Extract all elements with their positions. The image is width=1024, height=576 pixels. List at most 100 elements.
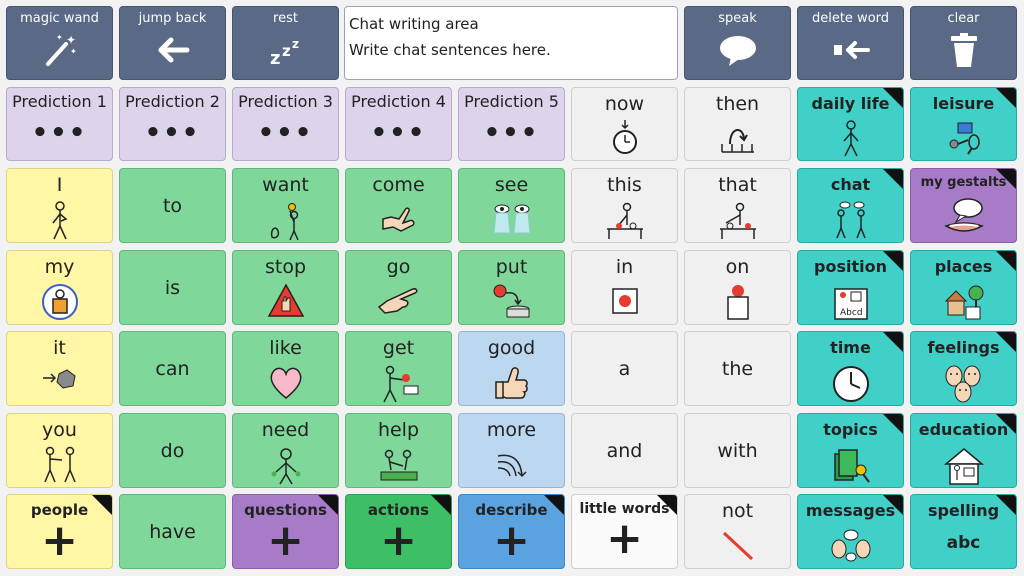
folder-places[interactable]: places	[910, 250, 1017, 325]
jump-back-button[interactable]: jump back	[119, 6, 226, 80]
magic-wand-icon: ✦ ✦ ✦	[45, 33, 77, 66]
word-with-button[interactable]: with	[684, 413, 791, 488]
folder-leisure[interactable]: leisure	[910, 87, 1017, 161]
word-i-button[interactable]: I	[6, 168, 113, 243]
word-the-button[interactable]: the	[684, 331, 791, 406]
plus-icon: +	[380, 515, 417, 566]
folder-feelings[interactable]: feelings	[910, 331, 1017, 406]
folder-daily-life[interactable]: daily life	[797, 87, 904, 161]
word-label: come	[372, 174, 425, 196]
folder-my-gestalts[interactable]: my gestalts	[910, 168, 1017, 243]
prediction-4-button[interactable]: Prediction 4 •••	[345, 87, 452, 161]
spelling-abc-text: abc	[946, 533, 981, 553]
prediction-5-button[interactable]: Prediction 5 •••	[458, 87, 565, 161]
speak-button[interactable]: speak	[684, 6, 791, 80]
word-now-button[interactable]: now	[571, 87, 678, 161]
folder-position[interactable]: position Abcd	[797, 250, 904, 325]
word-label: now	[604, 93, 645, 115]
word-label: a	[618, 357, 631, 380]
word-and-button[interactable]: and	[571, 413, 678, 488]
word-label: you	[42, 419, 77, 441]
folder-label: education	[918, 420, 1009, 439]
places-houses-icon	[944, 285, 983, 320]
in-box-icon	[611, 288, 638, 314]
word-my-button[interactable]: my	[6, 250, 113, 325]
word-not-button[interactable]: not	[684, 494, 791, 569]
word-that-button[interactable]: that	[684, 168, 791, 243]
two-people-talking-icon	[835, 201, 866, 239]
prediction-label: Prediction 5	[464, 92, 559, 111]
word-label: put	[495, 256, 528, 278]
word-have-button[interactable]: have	[119, 494, 226, 569]
word-on-button[interactable]: on	[684, 250, 791, 325]
that-pointing-icon	[719, 202, 756, 239]
word-do-button[interactable]: do	[119, 413, 226, 488]
clear-button[interactable]: clear	[910, 6, 1017, 80]
word-label: this	[607, 174, 642, 196]
rest-button[interactable]: rest z z z	[232, 6, 339, 80]
word-help-button[interactable]: help	[345, 413, 452, 488]
faces-feelings-icon	[945, 365, 980, 403]
word-it-button[interactable]: it	[6, 331, 113, 406]
folder-describe[interactable]: describe +	[458, 494, 565, 569]
word-can-button[interactable]: can	[119, 331, 226, 406]
magic-wand-button[interactable]: magic wand ✦ ✦ ✦	[6, 6, 113, 80]
then-timeline-icon	[720, 129, 754, 153]
word-stop-button[interactable]: stop	[232, 250, 339, 325]
put-down-icon	[493, 284, 529, 318]
word-go-button[interactable]: go	[345, 250, 452, 325]
topics-books-icon	[833, 449, 870, 483]
prediction-3-button[interactable]: Prediction 3 •••	[232, 87, 339, 161]
folder-label: daily life	[811, 94, 890, 113]
need-person-icon	[271, 448, 300, 485]
speech-bubble-icon	[719, 36, 756, 66]
delete-word-label: delete word	[811, 11, 890, 26]
folder-label: topics	[823, 420, 878, 439]
word-this-button[interactable]: this	[571, 168, 678, 243]
folder-topics[interactable]: topics	[797, 413, 904, 488]
word-like-button[interactable]: like	[232, 331, 339, 406]
folder-time[interactable]: time	[797, 331, 904, 406]
folder-actions[interactable]: actions +	[345, 494, 452, 569]
word-label: my	[44, 256, 75, 278]
prediction-dots: •••	[257, 118, 314, 148]
word-label: I	[56, 174, 63, 196]
prediction-dots: •••	[144, 118, 201, 148]
word-see-button[interactable]: see	[458, 168, 565, 243]
word-put-button[interactable]: put	[458, 250, 565, 325]
folder-education[interactable]: education	[910, 413, 1017, 488]
word-a-button[interactable]: a	[571, 331, 678, 406]
prediction-2-button[interactable]: Prediction 2 •••	[119, 87, 226, 161]
word-you-button[interactable]: you	[6, 413, 113, 488]
delete-word-button[interactable]: delete word	[797, 6, 904, 80]
word-label: to	[162, 194, 183, 217]
folder-label: places	[934, 257, 993, 276]
word-need-button[interactable]: need	[232, 413, 339, 488]
folder-chat[interactable]: chat	[797, 168, 904, 243]
svg-text:z: z	[292, 37, 299, 51]
word-get-button[interactable]: get	[345, 331, 452, 406]
pointing-hand-icon	[377, 288, 417, 314]
word-to-button[interactable]: to	[119, 168, 226, 243]
jump-back-label: jump back	[138, 11, 207, 26]
folder-label: time	[830, 338, 871, 357]
prediction-dots: •••	[31, 118, 88, 148]
svg-text:✦: ✦	[66, 33, 76, 47]
word-good-button[interactable]: good	[458, 331, 565, 406]
eyes-looking-icon	[492, 204, 531, 234]
word-then-button[interactable]: then	[684, 87, 791, 161]
folder-people[interactable]: people +	[6, 494, 113, 569]
chat-writing-area[interactable]: Chat writing area Write chat sentences h…	[344, 6, 678, 80]
folder-messages[interactable]: messages	[797, 494, 904, 569]
word-label: need	[261, 419, 310, 441]
word-want-button[interactable]: want	[232, 168, 339, 243]
word-is-button[interactable]: is	[119, 250, 226, 325]
folder-little-words[interactable]: little words +	[571, 494, 678, 569]
word-label: more	[486, 419, 537, 441]
prediction-1-button[interactable]: Prediction 1 •••	[6, 87, 113, 161]
word-more-button[interactable]: more	[458, 413, 565, 488]
folder-questions[interactable]: questions +	[232, 494, 339, 569]
word-in-button[interactable]: in	[571, 250, 678, 325]
folder-spelling[interactable]: spelling abc	[910, 494, 1017, 569]
word-come-button[interactable]: come	[345, 168, 452, 243]
